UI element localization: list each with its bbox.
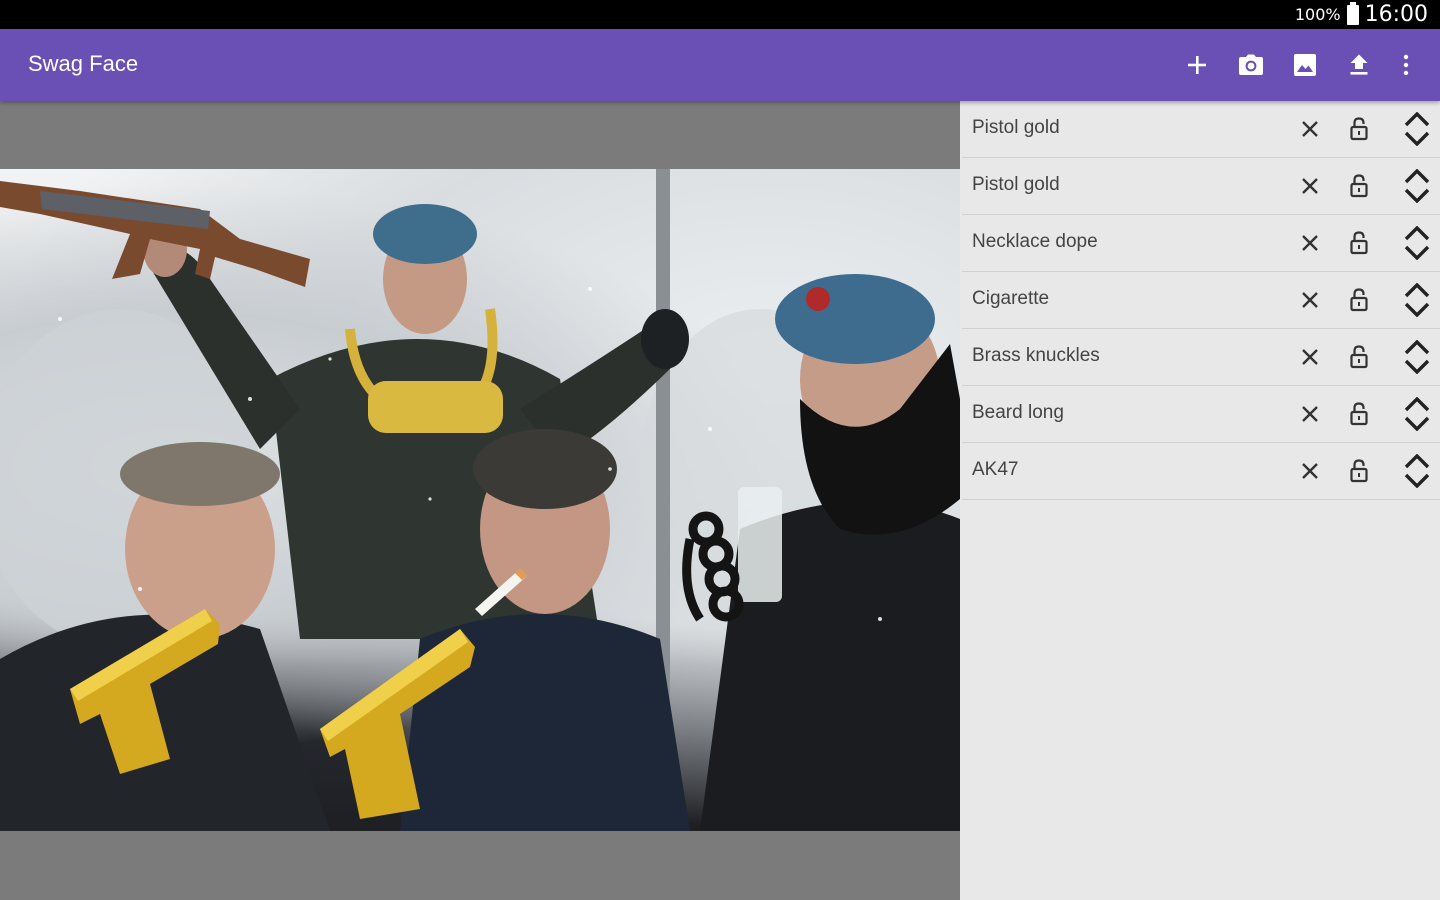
lock-open-icon bbox=[1350, 117, 1368, 141]
remove-layer-button[interactable] bbox=[1290, 280, 1330, 320]
lock-open-icon bbox=[1350, 345, 1368, 369]
close-icon bbox=[1302, 349, 1318, 365]
unfold-icon bbox=[1404, 112, 1430, 146]
unfold-icon bbox=[1404, 397, 1430, 431]
layer-label: Beard long bbox=[972, 402, 1064, 423]
unfold-icon bbox=[1404, 340, 1430, 374]
battery-percent: 100% bbox=[1294, 5, 1341, 24]
gallery-button[interactable] bbox=[1283, 43, 1327, 87]
layer-label: AK47 bbox=[972, 459, 1019, 480]
edited-photo[interactable] bbox=[0, 169, 960, 831]
status-indicators: 100% 16:00 bbox=[1295, 0, 1428, 29]
lock-layer-button[interactable] bbox=[1339, 223, 1379, 263]
unfold-icon bbox=[1404, 283, 1430, 317]
layer-label: Pistol gold bbox=[972, 174, 1060, 195]
layer-label: Cigarette bbox=[972, 288, 1050, 309]
upload-button[interactable] bbox=[1337, 43, 1381, 87]
close-icon bbox=[1302, 406, 1318, 422]
add-icon bbox=[1188, 56, 1206, 74]
add-button[interactable] bbox=[1175, 43, 1219, 87]
app-title: Swag Face bbox=[28, 51, 139, 76]
lock-open-icon bbox=[1350, 459, 1368, 483]
upload-icon bbox=[1350, 54, 1368, 75]
close-icon bbox=[1302, 292, 1318, 308]
lock-open-icon bbox=[1350, 174, 1368, 198]
editor-canvas[interactable] bbox=[0, 101, 960, 900]
close-icon bbox=[1302, 178, 1318, 194]
layer-row[interactable]: AK47 bbox=[962, 443, 1440, 500]
lock-open-icon bbox=[1350, 402, 1368, 426]
unfold-icon bbox=[1404, 226, 1430, 260]
remove-layer-button[interactable] bbox=[1290, 109, 1330, 149]
unfold-icon bbox=[1404, 169, 1430, 203]
layer-row[interactable]: Pistol gold bbox=[962, 158, 1440, 215]
app-bar: Swag Face bbox=[0, 29, 1440, 101]
remove-layer-button[interactable] bbox=[1290, 223, 1330, 263]
remove-layer-button[interactable] bbox=[1290, 166, 1330, 206]
close-icon bbox=[1302, 121, 1318, 137]
layer-row[interactable]: Beard long bbox=[962, 386, 1440, 443]
reorder-handle[interactable] bbox=[1397, 166, 1437, 206]
lock-layer-button[interactable] bbox=[1339, 394, 1379, 434]
close-icon bbox=[1302, 235, 1318, 251]
more-vert-icon bbox=[1403, 54, 1409, 76]
reorder-handle[interactable] bbox=[1397, 337, 1437, 377]
layer-row[interactable]: Pistol gold bbox=[962, 101, 1440, 158]
lock-open-icon bbox=[1350, 288, 1368, 312]
remove-layer-button[interactable] bbox=[1290, 394, 1330, 434]
lock-layer-button[interactable] bbox=[1339, 280, 1379, 320]
battery-icon bbox=[1346, 1, 1359, 25]
layer-row[interactable]: Brass knuckles bbox=[962, 329, 1440, 386]
camera-button[interactable] bbox=[1229, 43, 1273, 87]
unfold-icon bbox=[1404, 454, 1430, 488]
reorder-handle[interactable] bbox=[1397, 394, 1437, 434]
reorder-handle[interactable] bbox=[1397, 280, 1437, 320]
layer-row[interactable]: Necklace dope bbox=[962, 215, 1440, 272]
layer-label: Necklace dope bbox=[972, 231, 1098, 252]
reorder-handle[interactable] bbox=[1397, 223, 1437, 263]
layer-label: Pistol gold bbox=[972, 117, 1060, 138]
reorder-handle[interactable] bbox=[1397, 451, 1437, 491]
lock-layer-button[interactable] bbox=[1339, 337, 1379, 377]
image-icon bbox=[1294, 54, 1316, 76]
reorder-handle[interactable] bbox=[1397, 109, 1437, 149]
layer-row[interactable]: Cigarette bbox=[962, 272, 1440, 329]
clock: 16:00 bbox=[1364, 2, 1428, 27]
lock-open-icon bbox=[1350, 231, 1368, 255]
status-bar: 100% 16:00 bbox=[0, 0, 1440, 29]
photo-scene bbox=[0, 169, 960, 831]
lock-layer-button[interactable] bbox=[1339, 109, 1379, 149]
remove-layer-button[interactable] bbox=[1290, 451, 1330, 491]
lock-layer-button[interactable] bbox=[1339, 451, 1379, 491]
lock-layer-button[interactable] bbox=[1339, 166, 1379, 206]
overflow-menu-button[interactable] bbox=[1384, 43, 1428, 87]
camera-icon bbox=[1239, 54, 1263, 75]
layers-panel: Pistol gold Pistol gold Necklace dope Ci… bbox=[962, 101, 1440, 900]
layer-label: Brass knuckles bbox=[972, 345, 1100, 366]
remove-layer-button[interactable] bbox=[1290, 337, 1330, 377]
close-icon bbox=[1302, 463, 1318, 479]
